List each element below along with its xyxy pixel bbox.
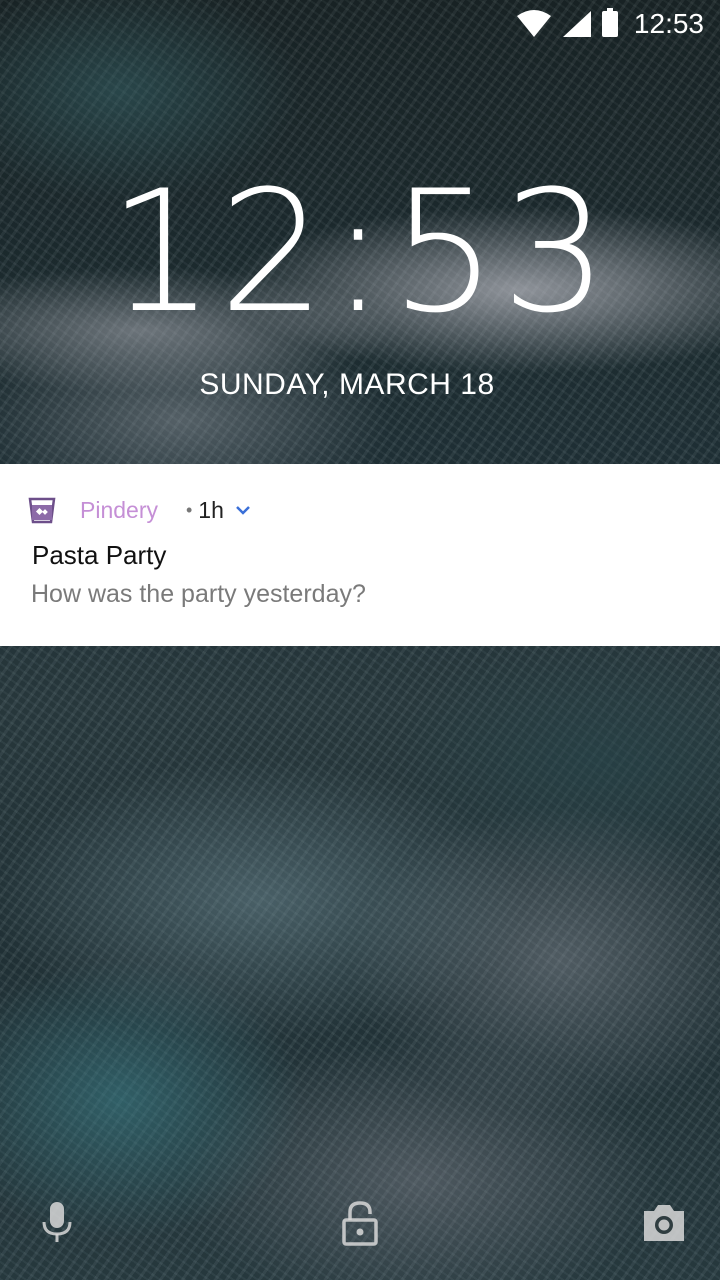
status-bar: 12:53 [0,0,720,48]
pindery-app-icon [28,497,56,524]
lockscreen-date: SUNDAY, MARCH 18 [199,368,495,401]
battery-icon [601,8,618,37]
notification-age: 1h [198,496,224,523]
chevron-down-icon[interactable] [234,501,252,519]
notification-header: Pindery • 1h [28,496,252,524]
wifi-icon [516,10,551,37]
notification-card[interactable]: Pindery • 1h Pasta Party How was the par… [0,464,720,646]
lock-icon[interactable] [340,1200,380,1246]
notification-title: Pasta Party [32,540,167,570]
camera-icon[interactable] [642,1203,686,1243]
cell-signal-icon [562,11,591,37]
status-time: 12:53 [633,8,704,39]
notification-body: How was the party yesterday? [31,580,366,608]
notification-app-name: Pindery [80,496,158,523]
notification-separator: • [185,499,193,520]
lockscreen-clock: 12:53 [107,154,613,350]
mic-icon[interactable] [40,1200,74,1244]
